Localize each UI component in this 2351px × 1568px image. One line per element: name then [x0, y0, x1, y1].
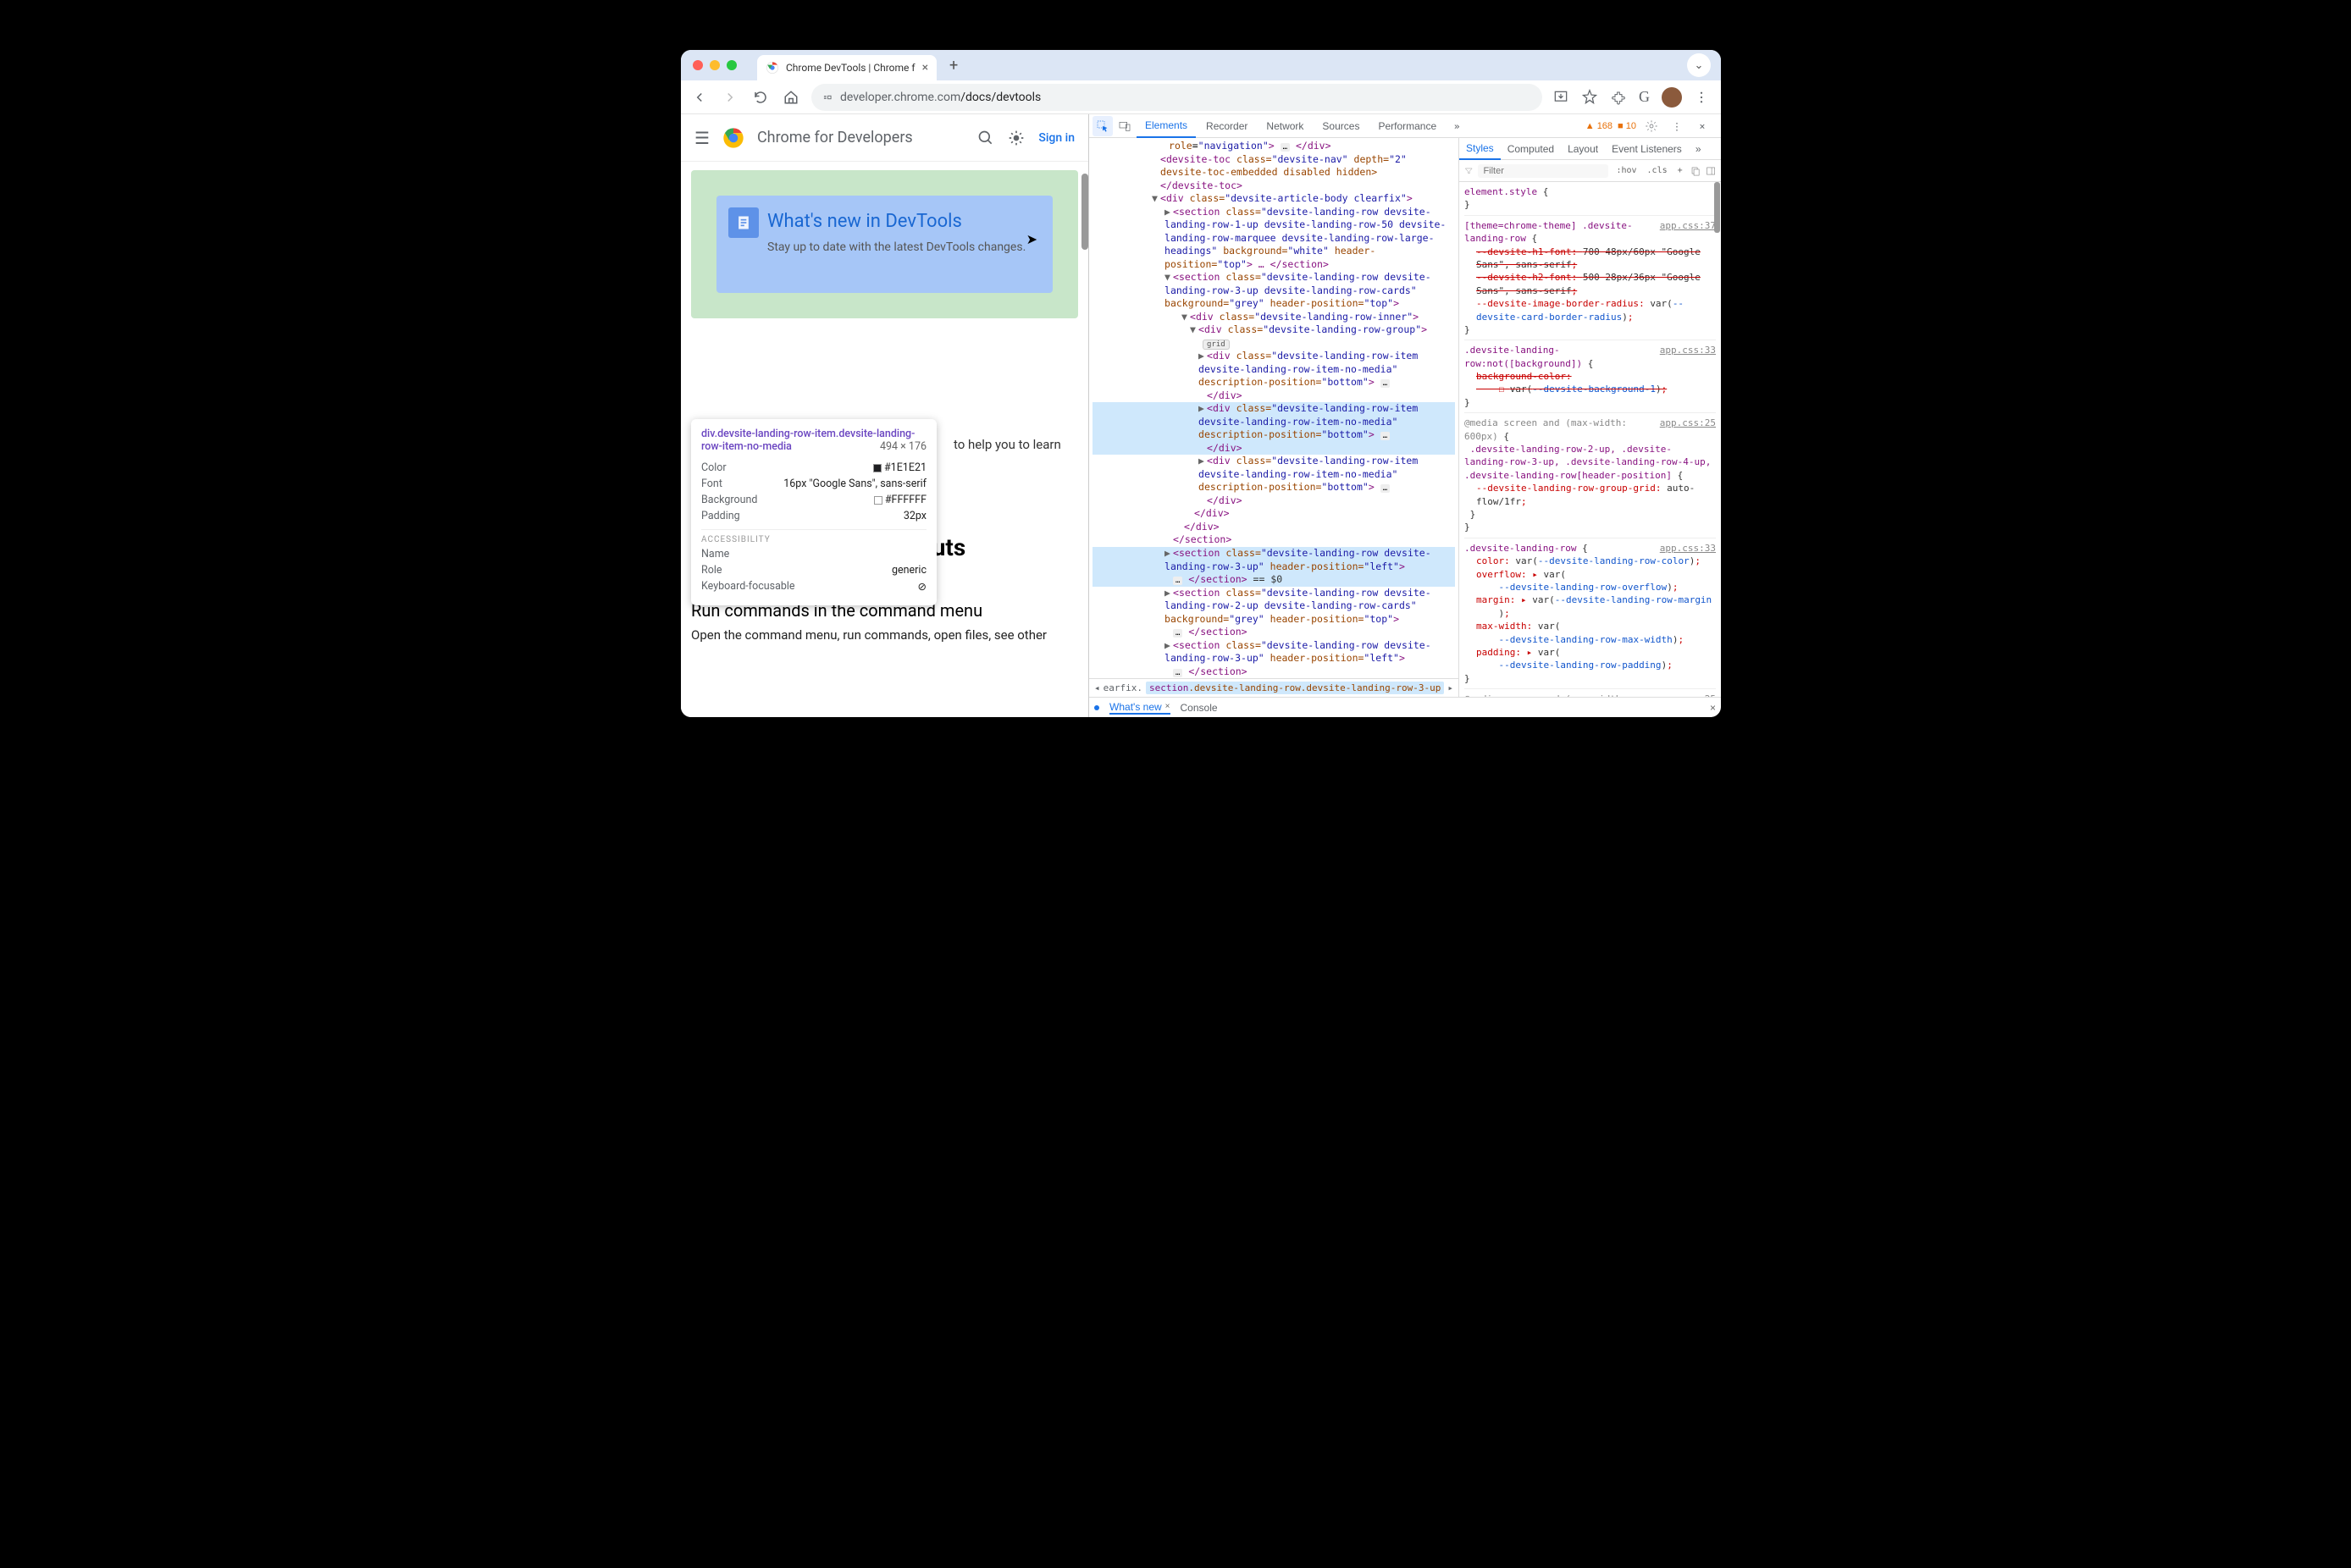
devtools-toolbar: Elements Recorder Network Sources Perfor… [1089, 114, 1721, 138]
error-count[interactable]: ▲ 168 [1585, 121, 1613, 131]
drawer-tab-whatsnew[interactable]: What's new × [1109, 701, 1170, 715]
cls-button[interactable]: .cls [1645, 165, 1670, 176]
page-text: to help you to learn [954, 437, 1061, 452]
url-bar: developer.chrome.com/docs/devtools G [681, 80, 1721, 114]
styles-tab-computed[interactable]: Computed [1501, 138, 1561, 160]
forward-button[interactable] [720, 87, 740, 108]
tooltip-dimensions: 494 × 176 [880, 440, 927, 453]
bookmark-icon[interactable] [1581, 89, 1598, 106]
tab-sources[interactable]: Sources [1314, 114, 1368, 138]
home-button[interactable] [781, 87, 801, 108]
card-title: What's new in DevTools [767, 211, 1037, 232]
tab-title: Chrome DevTools | Chrome f [786, 62, 916, 74]
breadcrumbs[interactable]: ◂ earfix. section.devsite-landing-row.de… [1089, 678, 1458, 697]
url-text: developer.chrome.com/docs/devtools [840, 91, 1041, 104]
site-title[interactable]: Chrome for Developers [757, 129, 913, 146]
crumb-scroll-right-icon[interactable]: ▸ [1447, 682, 1453, 693]
new-style-icon[interactable]: + [1675, 165, 1685, 176]
document-icon [728, 207, 759, 238]
theme-icon[interactable] [1008, 130, 1025, 146]
search-icon[interactable] [977, 130, 994, 146]
highlight-overlay: What's new in DevTools Stay up to date w… [691, 170, 1078, 318]
cursor-icon: ➤ [1026, 231, 1037, 247]
window-controls [693, 60, 737, 70]
tab-network[interactable]: Network [1258, 114, 1312, 138]
crumb-scroll-left-icon[interactable]: ◂ [1094, 682, 1100, 693]
install-icon[interactable] [1552, 89, 1569, 106]
whats-new-card[interactable]: What's new in DevTools Stay up to date w… [716, 196, 1053, 293]
styles-scrollbar[interactable] [1714, 182, 1720, 233]
tabs-overflow-icon[interactable]: » [1447, 116, 1467, 136]
section-text: Open the command menu, run commands, ope… [691, 627, 1078, 643]
drawer-indicator-icon [1094, 705, 1099, 710]
close-devtools-icon[interactable]: × [1692, 116, 1712, 136]
minimize-window-icon[interactable] [710, 60, 720, 70]
filter-icon [1464, 166, 1473, 176]
settings-icon[interactable] [1641, 116, 1662, 136]
google-account-icon[interactable]: G [1639, 88, 1650, 106]
profile-avatar[interactable] [1662, 87, 1682, 108]
warning-count[interactable]: ■ 10 [1618, 121, 1636, 131]
page-viewport: ☰ Chrome for Developers Sign in What's n… [681, 114, 1088, 717]
tab-performance[interactable]: Performance [1369, 114, 1445, 138]
new-tab-button[interactable]: + [942, 53, 965, 77]
elements-tree[interactable]: role="navigation"> … </div> <devsite-toc… [1089, 138, 1458, 678]
device-toolbar-icon[interactable] [1115, 116, 1135, 136]
drawer-tab-console[interactable]: Console [1181, 702, 1218, 714]
not-focusable-icon: ⊘ [918, 580, 927, 594]
element-inspect-tooltip: div.devsite-landing-row-item.devsite-lan… [691, 419, 937, 605]
tab-elements[interactable]: Elements [1137, 114, 1196, 138]
extensions-icon[interactable] [1610, 89, 1627, 106]
selected-dom-node: ▶<div class="devsite-landing-row-item de… [1093, 402, 1455, 455]
signin-link[interactable]: Sign in [1038, 131, 1075, 145]
card-subtitle: Stay up to date with the latest DevTools… [767, 240, 1037, 254]
styles-rules[interactable]: element.style {} app.css:37[theme=chrome… [1459, 182, 1721, 697]
page-scrollbar[interactable] [1081, 174, 1088, 250]
back-button[interactable] [689, 87, 710, 108]
chrome-favicon-icon [766, 61, 779, 75]
styles-tabs-overflow-icon[interactable]: » [1689, 138, 1708, 160]
styles-tab-layout[interactable]: Layout [1561, 138, 1605, 160]
reload-button[interactable] [750, 87, 771, 108]
hamburger-icon[interactable]: ☰ [694, 128, 710, 148]
styles-tab-listeners[interactable]: Event Listeners [1605, 138, 1689, 160]
tab-close-icon[interactable]: × [922, 61, 928, 75]
close-window-icon[interactable] [693, 60, 703, 70]
maximize-window-icon[interactable] [727, 60, 737, 70]
styles-panel: Styles Computed Layout Event Listeners »… [1458, 138, 1721, 697]
tab-recorder[interactable]: Recorder [1198, 114, 1256, 138]
menu-icon[interactable] [1694, 90, 1709, 105]
address-bar[interactable]: developer.chrome.com/docs/devtools [811, 84, 1542, 111]
devtools-panel: Elements Recorder Network Sources Perfor… [1088, 114, 1721, 717]
site-header: ☰ Chrome for Developers Sign in [681, 114, 1088, 162]
site-info-icon[interactable] [821, 91, 833, 103]
toggle-panel-icon[interactable] [1706, 165, 1716, 177]
tab-overflow-icon[interactable]: ⌄ [1687, 53, 1711, 77]
more-icon[interactable]: ⋮ [1667, 116, 1687, 136]
styles-tab-styles[interactable]: Styles [1459, 138, 1501, 160]
drawer-close-icon[interactable]: × [1710, 702, 1716, 714]
hov-button[interactable]: :hov [1613, 165, 1639, 176]
browser-tab[interactable]: Chrome DevTools | Chrome f × [757, 55, 937, 80]
devtools-drawer: What's new × Console × [1089, 697, 1721, 717]
copy-styles-icon[interactable] [1690, 165, 1701, 177]
tab-bar: Chrome DevTools | Chrome f × + ⌄ [681, 50, 1721, 80]
inspect-element-icon[interactable] [1093, 116, 1113, 136]
styles-filter-input[interactable] [1478, 164, 1608, 178]
chrome-logo-icon [722, 126, 745, 150]
grid-badge[interactable]: grid [1203, 340, 1230, 350]
breadcrumb-selected[interactable]: section.devsite-landing-row.devsite-land… [1146, 682, 1444, 694]
